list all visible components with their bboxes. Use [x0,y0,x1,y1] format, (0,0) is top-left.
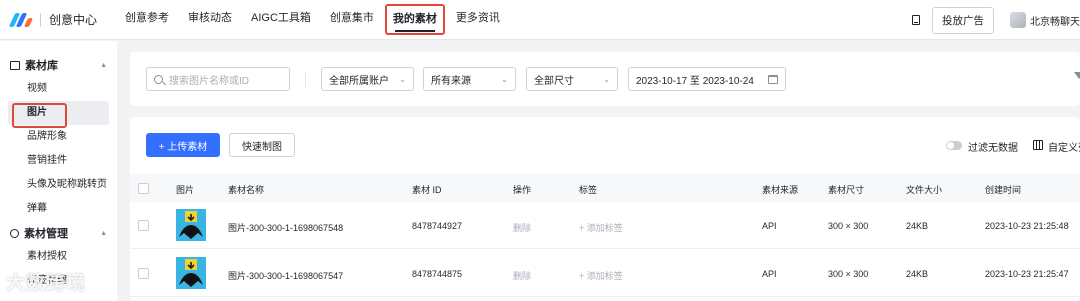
column-header-name: 素材名称 [228,185,265,195]
gear-icon [10,228,19,238]
sidebar-section-label: 素材库 [25,60,58,72]
asset-dimensions: 300 × 300 [828,269,869,279]
asset-name: 图片-300-300-1-1698067548 [228,223,344,233]
nav-item-creative-reference[interactable]: 创意参考 [117,4,177,35]
sidebar-item-danmaku[interactable]: 弹幕 [0,197,117,221]
add-tag-button[interactable]: + 添加标签 [579,221,623,234]
row-checkbox[interactable] [138,268,149,279]
sidebar-section-asset-management[interactable]: 素材管理 ▲ [0,221,117,245]
asset-thumbnail[interactable] [176,209,206,241]
filter-icon[interactable] [1074,72,1080,79]
sidebar-section-label: 素材管理 [24,228,68,240]
asset-created-time: 2023-10-23 21:25:48 [985,221,1069,231]
filter-panel: 搜索图片名称或ID 全部所属账户 ⌄ 所有来源 ⌄ 全部尺寸 ⌄ 2023-10… [130,52,1080,106]
search-input[interactable]: 搜索图片名称或ID [146,67,290,91]
asset-name: 图片-300-300-1-1698067547 [228,271,344,281]
filter-no-data-label: 过滤无数据 [968,143,1018,154]
asset-created-time: 2023-10-23 21:25:47 [985,269,1069,279]
column-header-file-size: 文件大小 [906,185,943,195]
filter-no-data-toggle[interactable] [946,141,962,150]
column-header-source: 素材来源 [762,185,799,195]
asset-id: 8478744875 [412,269,463,279]
ad-button[interactable]: 投放广告 [932,6,994,34]
column-header-id: 素材 ID [412,185,442,195]
sidebar-item-tag-management[interactable]: 标签管理 [0,269,117,293]
column-header-action: 操作 [513,185,532,195]
asset-table-panel: + 上传素材 快速制图 过滤无数据 自定义列 图片 素材名称 素材 ID 操作 … [130,117,1080,301]
date-range-value: 2023-10-17 至 2023-10-24 [636,75,754,87]
calendar-icon [768,74,778,84]
column-header-dimensions: 素材尺寸 [828,185,865,195]
asset-thumbnail[interactable] [176,257,206,289]
asset-source: API [762,221,777,231]
main-nav: 创意参考 审核动态 AIGC工具箱 创意集市 我的素材 更多资讯 [117,4,511,35]
size-select-value: 全部尺寸 [534,75,574,87]
custom-columns-button[interactable]: 自定义列 [1048,139,1080,154]
chevron-up-icon: ▲ [100,229,107,237]
divider [305,71,306,87]
nav-item-my-assets[interactable]: 我的素材 [384,4,445,35]
logo-divider [40,12,41,27]
asset-source: API [762,269,777,279]
chevron-down-icon: ⌄ [399,74,406,84]
sidebar-item-asset-authorization[interactable]: 素材授权 [0,245,117,269]
delete-button[interactable]: 删除 [513,221,531,234]
header-right: 投放广告 北京畅聊天下 [912,0,1080,40]
sidebar-item-avatar-nickname-page[interactable]: 头像及昵称跳转页 [0,173,117,197]
sidebar-item-marketing-widget[interactable]: 营销挂件 [0,149,117,173]
nav-item-more-news[interactable]: 更多资讯 [448,4,508,35]
image-icon [10,60,20,70]
app-title: 创意中心 [49,13,98,27]
date-range-picker[interactable]: 2023-10-17 至 2023-10-24 [628,67,786,91]
size-select[interactable]: 全部尺寸 ⌄ [526,67,618,91]
search-icon [154,74,163,84]
asset-dimensions: 300 × 300 [828,221,869,231]
chevron-up-icon: ▲ [100,61,107,69]
column-header-created: 创建时间 [985,185,1022,195]
sidebar: 素材库 ▲ 视频 图片 品牌形象 营销挂件 头像及昵称跳转页 弹幕 素材管理 ▲… [0,41,117,301]
account-select[interactable]: 全部所属账户 ⌄ [321,67,414,91]
column-header-tags: 标签 [579,185,598,195]
avatar[interactable] [1010,12,1026,28]
account-select-value: 全部所属账户 [329,75,389,87]
chevron-down-icon: ⌄ [603,74,610,84]
row-checkbox[interactable] [138,220,149,231]
source-select[interactable]: 所有来源 ⌄ [423,67,516,91]
asset-file-size: 24KB [906,269,929,279]
upload-button[interactable]: + 上传素材 [146,133,220,157]
table-header: 图片 素材名称 素材 ID 操作 标签 素材来源 素材尺寸 文件大小 创建时间 [130,174,1080,202]
asset-id: 8478744927 [412,221,463,231]
sidebar-section-asset-library[interactable]: 素材库 ▲ [0,53,117,77]
chevron-down-icon: ⌄ [501,74,508,84]
nav-item-creative-market[interactable]: 创意集市 [322,4,382,35]
nav-item-aigc-toolbox[interactable]: AIGC工具箱 [243,4,319,35]
asset-file-size: 24KB [906,221,929,231]
columns-icon[interactable] [1033,140,1043,150]
table-row[interactable]: 图片-300-300-1-1698067547 8478744875 删除 + … [130,250,1080,297]
select-all-checkbox[interactable] [138,183,149,194]
column-header-image: 图片 [176,185,195,195]
top-bar: 创意中心 创意参考 审核动态 AIGC工具箱 创意集市 我的素材 更多资讯 投放… [0,0,1080,40]
logo-icon [8,12,34,27]
sidebar-item-brand-image[interactable]: 品牌形象 [0,125,117,149]
account-name[interactable]: 北京畅聊天下 [1030,13,1080,28]
tablet-icon[interactable] [912,15,920,25]
delete-button[interactable]: 删除 [513,269,531,282]
table-row[interactable]: 图片-300-300-1-1698067548 8478744927 删除 + … [130,202,1080,249]
search-placeholder: 搜索图片名称或ID [169,75,249,87]
highlight-box-images [12,103,67,128]
source-select-value: 所有来源 [431,75,471,87]
nav-item-review-updates[interactable]: 审核动态 [180,4,240,35]
quick-create-button[interactable]: 快速制图 [229,133,295,157]
app-logo[interactable]: 创意中心 [8,11,98,28]
add-tag-button[interactable]: + 添加标签 [579,269,623,282]
sidebar-item-video[interactable]: 视频 [0,77,117,101]
